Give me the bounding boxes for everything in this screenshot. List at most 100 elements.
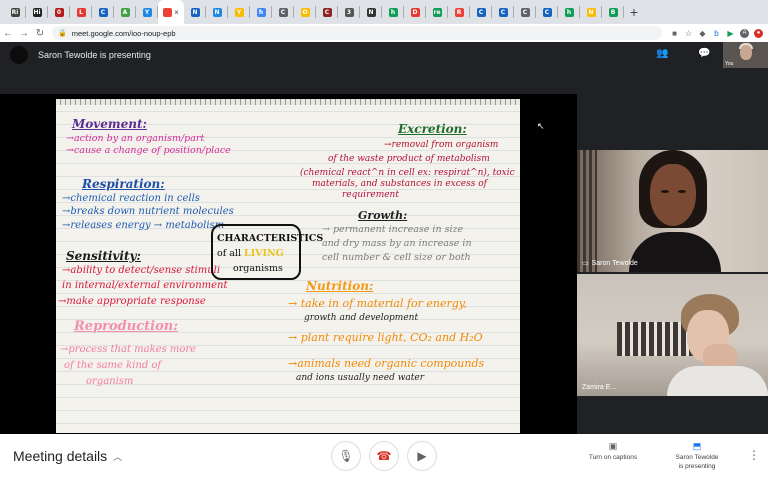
back-icon[interactable]: ←: [0, 28, 16, 39]
camera-button[interactable]: ▶: [407, 441, 437, 471]
chevron-up-icon: ︿: [113, 451, 123, 462]
excretion-line-5: requirement: [342, 190, 399, 200]
meeting-details-button[interactable]: Meeting details ︿: [13, 448, 122, 464]
participant-tile[interactable]: Zamira E...: [577, 274, 768, 396]
tab-favicon-icon: 0: [54, 7, 64, 17]
close-tab-icon[interactable]: ×: [174, 8, 179, 17]
browser-tab[interactable]: N: [184, 0, 206, 24]
tab-favicon-icon: C: [476, 7, 486, 17]
browser-tab[interactable]: C: [536, 0, 558, 24]
extension-b-icon[interactable]: b: [712, 29, 721, 38]
growth-line-2: and dry mass by an increase in: [322, 238, 472, 249]
nutrition-line-1: → take in of material for energy,: [288, 297, 468, 310]
leave-call-button[interactable]: ☎: [369, 441, 399, 471]
captions-icon: ▣: [608, 441, 618, 451]
browser-tab[interactable]: h: [382, 0, 404, 24]
browser-tab[interactable]: D: [404, 0, 426, 24]
browser-tab[interactable]: Hi: [26, 0, 48, 24]
extension-red-icon[interactable]: ●: [754, 28, 763, 38]
sensitivity-line-3: →make appropriate response: [58, 296, 206, 307]
tab-favicon-icon: C: [520, 7, 530, 17]
people-icon[interactable]: 👥: [656, 48, 668, 59]
tab-favicon-icon: O: [300, 7, 310, 17]
reproduction-line-2: of the same kind of: [64, 360, 162, 371]
reproduction-line-1: →process that makes more: [60, 344, 197, 355]
participant-shirt: [667, 366, 768, 396]
browser-tab[interactable]: 0: [48, 0, 70, 24]
self-view-tile[interactable]: You: [723, 42, 768, 68]
sensitivity-line-2: in internal/external environment: [62, 280, 228, 291]
browser-tab[interactable]: re: [426, 0, 448, 24]
tab-favicon-icon: Y: [234, 7, 244, 17]
meeting-details-label: Meeting details: [13, 448, 108, 464]
toolbar-right: ■ ☆ ◆ b ▶ A ●: [670, 28, 763, 38]
nutrition-line-4: →animals need organic compounds: [288, 357, 485, 370]
box-line-2-living: LIVING: [244, 248, 284, 259]
browser-tab[interactable]: Ri: [4, 0, 26, 24]
new-tab-button[interactable]: +: [624, 4, 644, 20]
microphone-button[interactable]: 🎙: [331, 441, 361, 471]
browser-tab[interactable]: C: [514, 0, 536, 24]
captions-label: Turn on captions: [588, 454, 638, 461]
browser-tab[interactable]: N: [580, 0, 602, 24]
excretion-line-2: of the waste product of metabolism: [328, 154, 490, 164]
browser-tab[interactable]: C: [92, 0, 114, 24]
respiration-line-3: →releases energy → metabolism: [62, 220, 225, 231]
browser-tab[interactable]: C: [492, 0, 514, 24]
tab-favicon-icon: Y: [142, 7, 152, 17]
tab-favicon-icon: C: [498, 7, 508, 17]
browser-tab[interactable]: Y: [228, 0, 250, 24]
presenting-icon: ▭: [582, 260, 589, 267]
presenter-avatar: [10, 46, 28, 64]
presenting-line-1: Saron Tewolde: [675, 454, 719, 461]
nutrition-heading: Nutrition:: [306, 279, 374, 293]
tab-favicon-icon: C: [278, 7, 288, 17]
chat-icon[interactable]: 💬: [698, 48, 710, 59]
excretion-heading: Excretion:: [398, 122, 467, 136]
browser-tab[interactable]: N: [360, 0, 382, 24]
browser-tab[interactable]: C: [470, 0, 492, 24]
browser-tab[interactable]: Y: [136, 0, 158, 24]
browser-tab[interactable]: C: [316, 0, 338, 24]
browser-tab[interactable]: A: [114, 0, 136, 24]
extension-icon[interactable]: ◆: [698, 29, 707, 38]
lock-icon[interactable]: 🔒: [58, 29, 67, 37]
tab-favicon-icon: C: [322, 7, 332, 17]
participant-tile[interactable]: ▭ Saron Tewolde: [577, 150, 768, 272]
tab-favicon-icon: C: [98, 7, 108, 17]
box-line-3: organisms: [233, 263, 283, 274]
reload-icon[interactable]: ↻: [32, 28, 48, 39]
browser-tab-active[interactable]: ×: [158, 0, 184, 24]
turn-on-captions-button[interactable]: ▣ Turn on captions: [581, 442, 645, 462]
address-bar[interactable]: 🔒 meet.google.com/ioo-noup-epb: [52, 26, 662, 40]
growth-heading: Growth:: [358, 209, 408, 222]
extension-play-icon[interactable]: ▶: [726, 29, 735, 38]
bookmark-star-icon[interactable]: ☆: [684, 29, 693, 38]
profile-avatar[interactable]: A: [740, 28, 749, 38]
participant-face: [650, 164, 696, 226]
participant-body: [629, 232, 721, 272]
browser-tab[interactable]: N: [206, 0, 228, 24]
forward-icon[interactable]: →: [16, 28, 32, 39]
camera-in-use-icon[interactable]: ■: [670, 29, 679, 38]
browser-tab[interactable]: R: [448, 0, 470, 24]
browser-tab[interactable]: h: [558, 0, 580, 24]
browser-tab[interactable]: 3: [338, 0, 360, 24]
browser-tab[interactable]: C: [272, 0, 294, 24]
participant-eye: [678, 190, 686, 193]
browser-tab[interactable]: B: [602, 0, 624, 24]
box-line-2-a: of all: [217, 248, 245, 259]
movement-line-2: →cause a change of position/place: [66, 145, 231, 156]
tab-favicon-icon: D: [410, 7, 420, 17]
browser-tab[interactable]: h: [250, 0, 272, 24]
tab-favicon-icon: N: [366, 7, 376, 17]
presenting-status-button[interactable]: ⬒ Saron Tewolde is presenting: [664, 442, 730, 471]
shared-notebook-page: Movement: →action by an organism/part →c…: [56, 99, 520, 433]
hang-up-icon: ☎: [376, 449, 392, 463]
tab-favicon-icon: R: [454, 7, 464, 17]
participant-name-label: ▭ Saron Tewolde: [582, 259, 638, 268]
browser-tab[interactable]: O: [294, 0, 316, 24]
browser-tab[interactable]: L: [70, 0, 92, 24]
more-options-icon[interactable]: ⋮: [748, 448, 760, 462]
presenting-line-2: is presenting: [678, 463, 716, 470]
